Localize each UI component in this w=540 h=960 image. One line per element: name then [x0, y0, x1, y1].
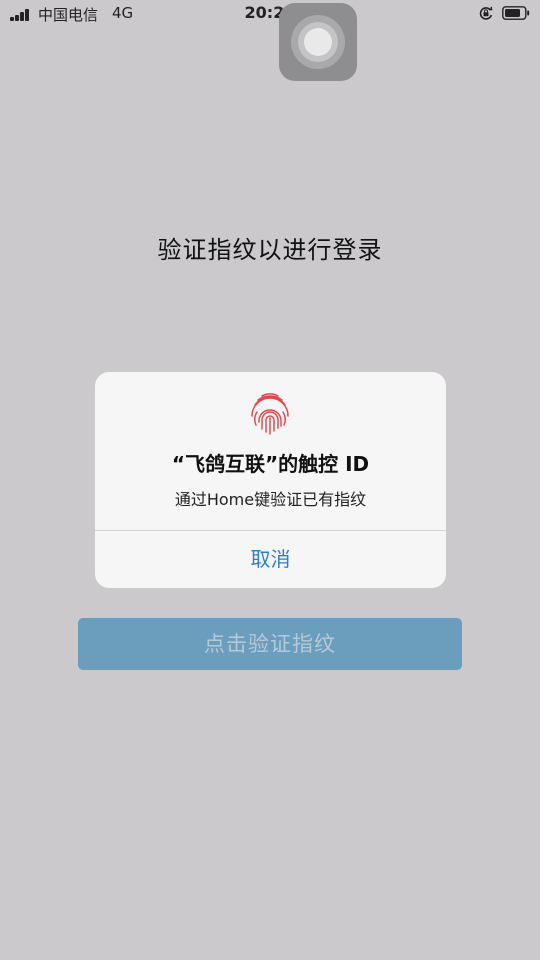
- verify-fingerprint-button[interactable]: 点击验证指纹: [78, 618, 462, 670]
- rotation-lock-icon: [479, 6, 493, 20]
- alert-title: “飞鸽互联”的触控 ID: [171, 452, 370, 476]
- page-title: 验证指纹以进行登录: [157, 236, 383, 264]
- assistive-touch-icon[interactable]: [279, 3, 357, 81]
- alert-message: 通过Home键验证已有指纹: [174, 490, 367, 509]
- battery-icon: [502, 6, 530, 20]
- fingerprint-icon: [251, 393, 289, 435]
- touch-id-alert: “飞鸽互联”的触控 ID 通过Home键验证已有指纹 取消: [95, 372, 446, 588]
- status-time: 20:22: [244, 3, 296, 22]
- cancel-button[interactable]: 取消: [95, 531, 446, 588]
- status-bar: 中国电信 4G 20:22: [0, 0, 540, 28]
